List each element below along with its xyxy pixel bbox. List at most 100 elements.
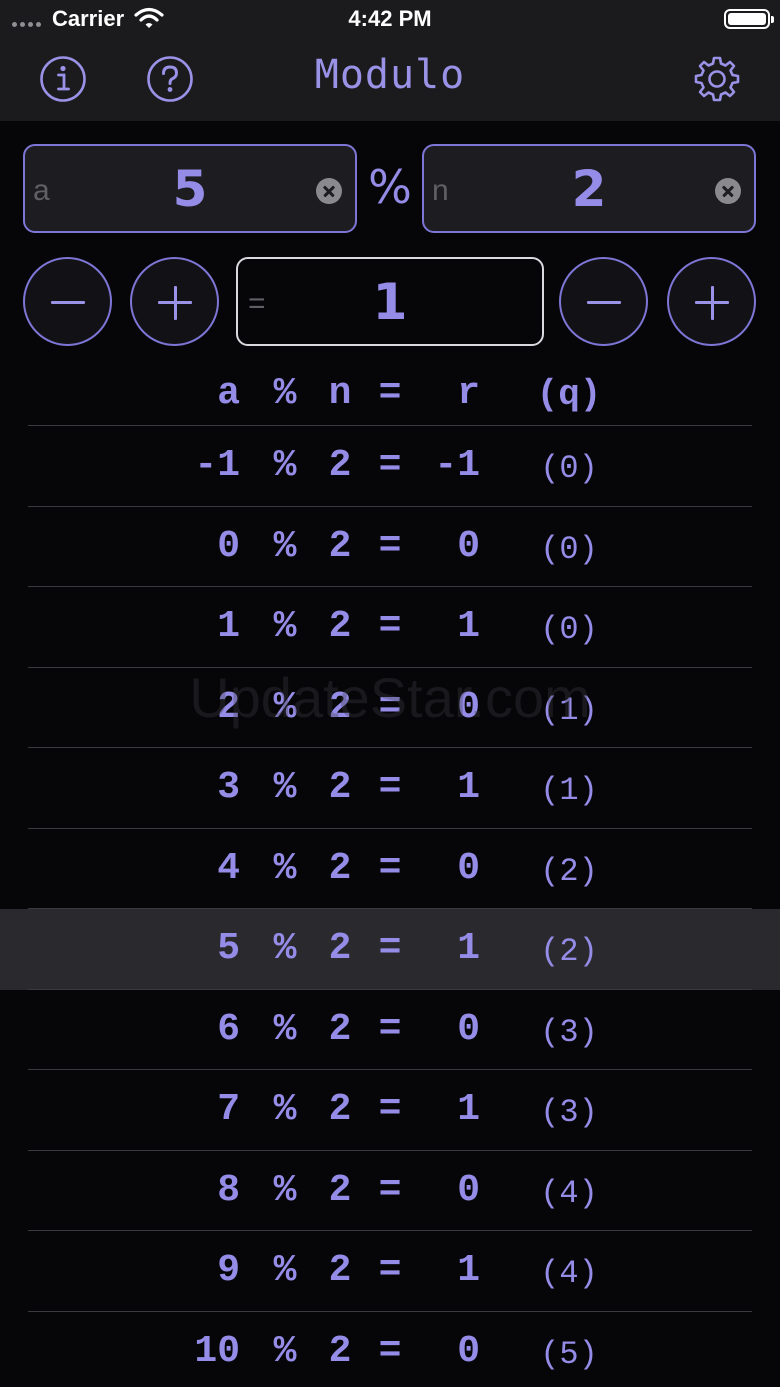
row-remainder: 0 bbox=[457, 1007, 480, 1051]
row-equals: = bbox=[378, 1007, 402, 1051]
row-equals: = bbox=[378, 1168, 402, 1212]
row-a: 10 bbox=[194, 1329, 240, 1373]
minus-icon bbox=[51, 301, 85, 304]
row-equals: = bbox=[378, 846, 402, 890]
dividend-value[interactable]: 5 bbox=[25, 160, 355, 218]
row-equals: = bbox=[378, 1088, 402, 1131]
table-row[interactable]: -1% 2 = -1 (0) bbox=[0, 426, 780, 507]
dividend-field[interactable]: a 5 bbox=[23, 144, 357, 233]
table-row[interactable]: 5% 2 = 1 (2) bbox=[0, 909, 780, 990]
row-a: 2 bbox=[217, 685, 240, 729]
table-row[interactable]: 3% 2 = 1 (1) bbox=[0, 748, 780, 829]
row-n: 2 bbox=[328, 1007, 352, 1051]
settings-button[interactable] bbox=[692, 54, 742, 104]
modulo-table: a % n = r (q) -1% 2 = -1 (0) 0% 2 = 0 (0) 1% 2 = 1 (0)… bbox=[0, 354, 780, 1387]
row-a: 6 bbox=[217, 1007, 240, 1051]
row-quotient: (2) bbox=[540, 852, 598, 890]
row-n: 2 bbox=[328, 685, 352, 729]
table-row[interactable]: 1% 2 = 1 (0) bbox=[0, 587, 780, 668]
row-n: 2 bbox=[328, 524, 352, 568]
row-quotient: (1) bbox=[540, 691, 598, 729]
row-remainder: 0 bbox=[457, 1329, 480, 1373]
row-equals: = bbox=[378, 766, 402, 809]
row-remainder: 0 bbox=[457, 685, 480, 729]
row-quotient: (0) bbox=[540, 530, 598, 568]
increment-divisor-button[interactable] bbox=[667, 257, 756, 346]
row-quotient: (0) bbox=[540, 611, 598, 648]
table-header: a % n = r (q) bbox=[0, 354, 780, 426]
row-operator: % bbox=[273, 1088, 297, 1131]
row-operator: % bbox=[273, 685, 297, 729]
table-row[interactable]: 4% 2 = 0 (2) bbox=[0, 829, 780, 909]
row-operator: % bbox=[273, 846, 297, 890]
row-n: 2 bbox=[328, 444, 352, 487]
row-n: 2 bbox=[328, 1168, 352, 1212]
row-equals: = bbox=[378, 927, 402, 970]
table-row[interactable]: 2% 2 = 0 (1) bbox=[0, 668, 780, 748]
clear-dividend-icon[interactable] bbox=[316, 178, 342, 204]
row-a: -1 bbox=[194, 444, 240, 487]
status-time: 4:42 PM bbox=[348, 6, 432, 31]
header-n: n bbox=[328, 372, 352, 415]
decrement-dividend-button[interactable] bbox=[23, 257, 112, 346]
divisor-value[interactable]: 2 bbox=[424, 160, 754, 218]
row-remainder: 0 bbox=[457, 846, 480, 890]
row-quotient: (4) bbox=[540, 1255, 598, 1292]
row-n: 2 bbox=[328, 1088, 352, 1131]
row-remainder: -1 bbox=[434, 444, 480, 487]
row-equals: = bbox=[378, 1249, 402, 1292]
battery-icon bbox=[724, 9, 774, 29]
row-n: 2 bbox=[328, 1329, 352, 1373]
row-quotient: (1) bbox=[540, 772, 598, 809]
clear-divisor-icon[interactable] bbox=[715, 178, 741, 204]
header-equals: = bbox=[378, 372, 402, 415]
row-equals: = bbox=[378, 605, 402, 648]
row-n: 2 bbox=[328, 766, 352, 809]
row-operator: % bbox=[273, 1007, 297, 1051]
row-a: 7 bbox=[217, 1088, 240, 1131]
table-row[interactable]: 6% 2 = 0 (3) bbox=[0, 990, 780, 1070]
table-row[interactable]: 10% 2 = 0 (5) bbox=[0, 1312, 780, 1387]
modulo-operator: % bbox=[368, 160, 412, 214]
table-row[interactable]: 7% 2 = 1 (3) bbox=[0, 1070, 780, 1151]
row-operator: % bbox=[273, 766, 297, 809]
row-remainder: 0 bbox=[457, 1168, 480, 1212]
row-equals: = bbox=[378, 524, 402, 568]
row-quotient: (2) bbox=[540, 933, 598, 970]
header-r: r bbox=[457, 372, 480, 415]
status-bar: Carrier 4:42 PM bbox=[0, 0, 780, 40]
row-n: 2 bbox=[328, 846, 352, 890]
page-title: Modulo bbox=[314, 52, 466, 98]
row-a: 0 bbox=[217, 524, 240, 568]
table-row[interactable]: 0% 2 = 0 (0) bbox=[0, 507, 780, 587]
row-quotient: (3) bbox=[540, 1013, 598, 1051]
row-operator: % bbox=[273, 927, 297, 970]
row-n: 2 bbox=[328, 605, 352, 648]
divisor-field[interactable]: n 2 bbox=[422, 144, 756, 233]
header-q: (q) bbox=[536, 374, 602, 415]
row-remainder: 1 bbox=[457, 605, 480, 648]
row-equals: = bbox=[378, 444, 402, 487]
navigation-bar: Modulo bbox=[0, 40, 780, 121]
row-quotient: (0) bbox=[540, 450, 598, 487]
decrement-divisor-button[interactable] bbox=[559, 257, 648, 346]
row-operator: % bbox=[273, 524, 297, 568]
row-a: 8 bbox=[217, 1168, 240, 1212]
row-remainder: 1 bbox=[457, 766, 480, 809]
row-operator: % bbox=[273, 1168, 297, 1212]
row-operator: % bbox=[273, 605, 297, 648]
row-a: 1 bbox=[217, 605, 240, 648]
increment-dividend-button[interactable] bbox=[130, 257, 219, 346]
row-remainder: 1 bbox=[457, 1088, 480, 1131]
table-row[interactable]: 9% 2 = 1 (4) bbox=[0, 1231, 780, 1312]
row-operator: % bbox=[273, 444, 297, 487]
row-quotient: (5) bbox=[540, 1335, 598, 1373]
row-a: 5 bbox=[217, 927, 240, 970]
row-remainder: 0 bbox=[457, 524, 480, 568]
row-n: 2 bbox=[328, 927, 352, 970]
row-equals: = bbox=[378, 1329, 402, 1373]
table-row[interactable]: 8% 2 = 0 (4) bbox=[0, 1151, 780, 1231]
row-remainder: 1 bbox=[457, 927, 480, 970]
gear-icon bbox=[694, 56, 740, 102]
minus-icon bbox=[587, 301, 621, 304]
